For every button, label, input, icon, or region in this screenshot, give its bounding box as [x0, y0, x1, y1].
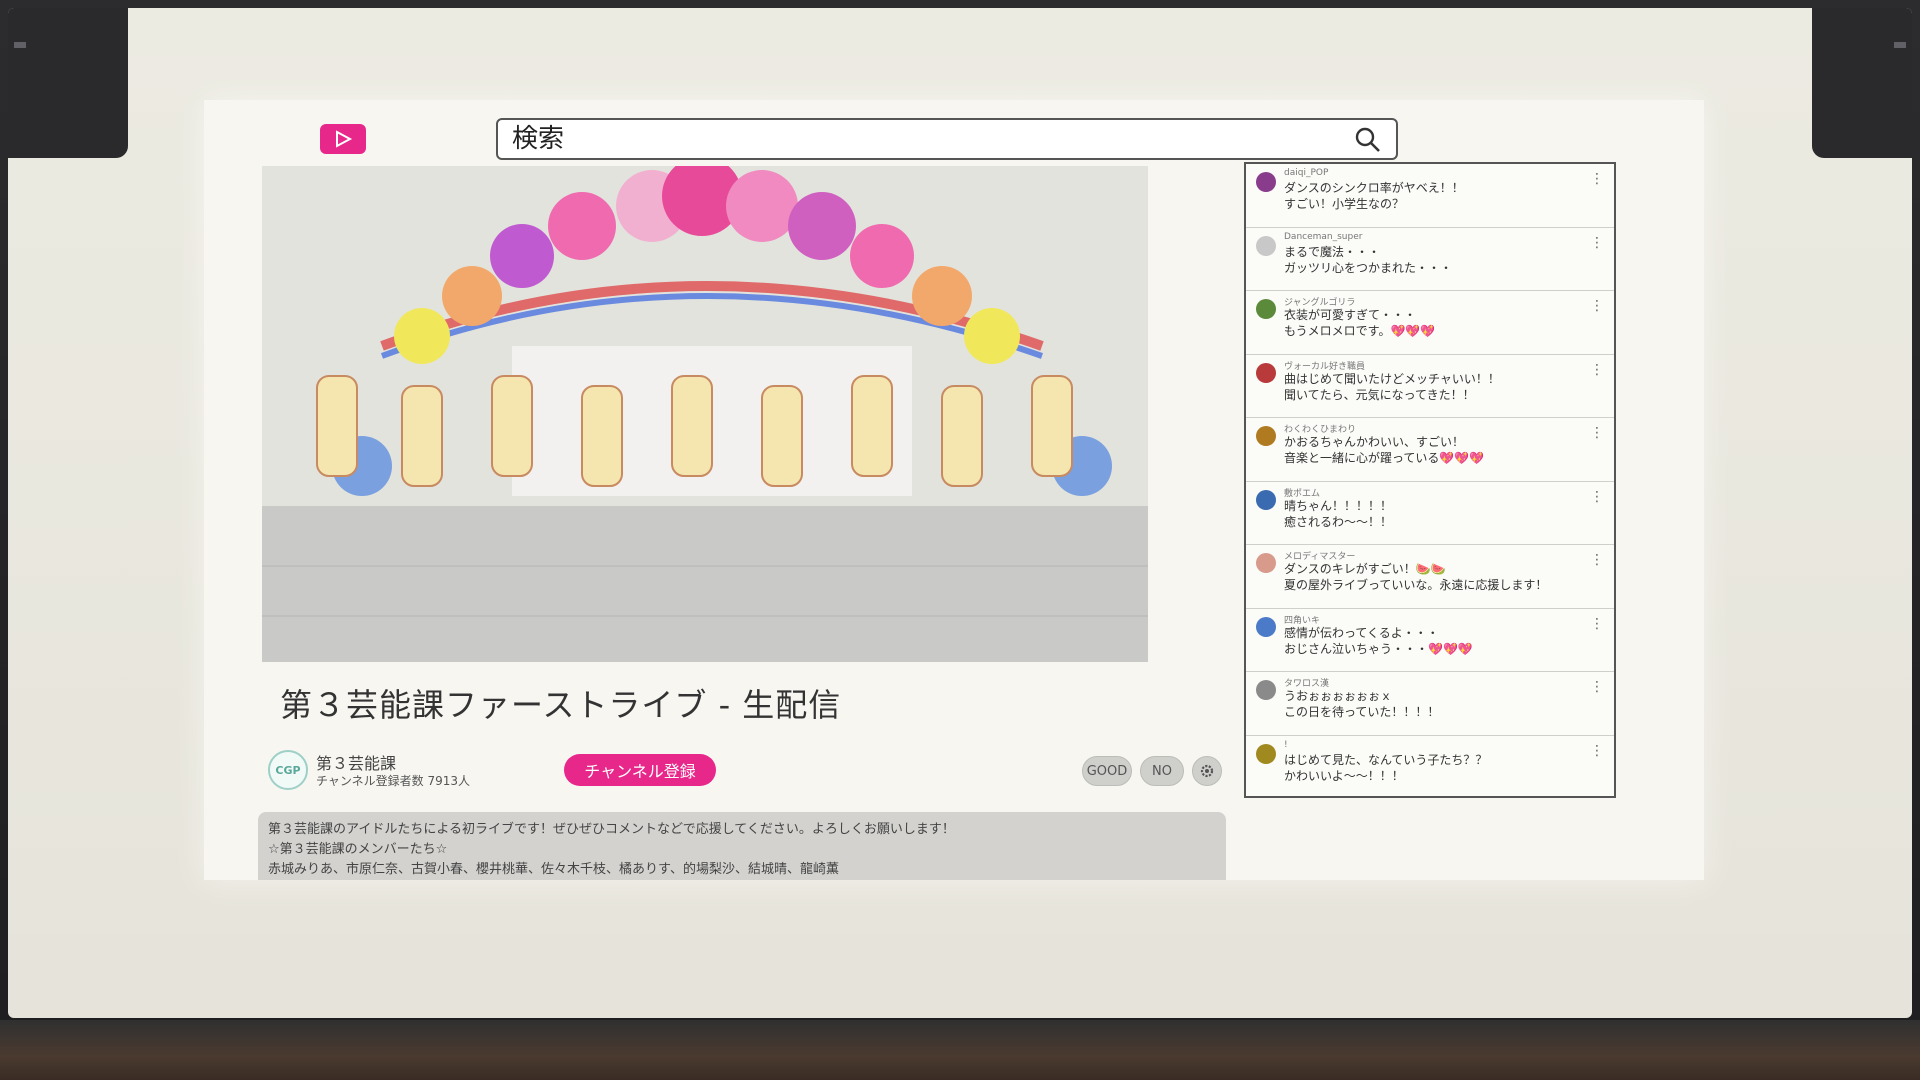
subscriber-count: チャンネル登録者数 7913人 — [316, 774, 470, 788]
commenter-name: 敷ポエム — [1284, 488, 1321, 499]
subscribe-button[interactable]: チャンネル登録 — [564, 754, 716, 786]
comment-text: ガッツリ心をつかまれた・・・ — [1284, 260, 1453, 275]
chat-comment: Danceman_super まるで魔法・・・ ガッツリ心をつかまれた・・・ ⋮ — [1246, 228, 1614, 291]
comment-text: 癒されるわ〜〜！！ — [1284, 514, 1393, 529]
chat-comment: ヴォーカル好き職員 曲はじめて聞いたけどメッチャいい！！ 聞いてたら、元気になっ… — [1246, 355, 1614, 418]
chat-comment: 敷ポエム 晴ちゃん！！！！！ 癒されるわ〜〜！！ ⋮ — [1246, 482, 1614, 545]
more-menu-icon[interactable]: ⋮ — [1590, 680, 1604, 694]
live-chat: daiqi_POP ダンスのシンクロ率がヤベえ！！ すごい！小学生なの？ ⋮ D… — [1244, 162, 1616, 798]
comment-text: かおるちゃんかわいい、すごい！ — [1284, 435, 1465, 449]
channel-name[interactable]: 第３芸能課 — [316, 750, 396, 774]
comment-text: ダンスのキレがすごい！🍉🍉 — [1284, 562, 1446, 576]
bezel-corner-left — [8, 8, 128, 158]
comment-text: かわいいよ〜〜！！！ — [1284, 768, 1404, 783]
chat-comment: ジャングルゴリラ 衣装が可愛すぎて・・・ もうメロメロです。💖💖💖 ⋮ — [1246, 291, 1614, 355]
video-player[interactable] — [262, 166, 1148, 662]
comment-text: まるで魔法・・・ — [1284, 244, 1381, 259]
chat-comment: daiqi_POP ダンスのシンクロ率がヤベえ！！ すごい！小学生なの？ ⋮ — [1246, 164, 1614, 228]
video-title: 第３芸能課ファーストライブ - 生配信 — [280, 686, 842, 724]
gear-icon — [1200, 764, 1214, 778]
good-button[interactable]: GOOD — [1082, 756, 1132, 786]
comment-text: この日を待っていた！！！！ — [1284, 705, 1440, 719]
more-menu-icon[interactable]: ⋮ — [1590, 236, 1604, 250]
more-menu-icon[interactable]: ⋮ — [1590, 299, 1604, 313]
more-menu-icon[interactable]: ⋮ — [1590, 172, 1604, 186]
commenter-name: ジャングルゴリラ — [1284, 298, 1356, 308]
comment-text: うおぉぉぉぉぉぉｘ — [1284, 689, 1393, 703]
commenter-avatar — [1256, 426, 1276, 446]
tablet-bezel-bottom — [0, 1020, 1920, 1080]
video-page: 第３芸能課ファーストライブ - 生配信 CGP 第３芸能課 チャンネル登録者数 … — [204, 100, 1704, 880]
comment-text: ダンスのシンクロ率がヤベえ！！ — [1284, 181, 1464, 195]
comment-text: 曲はじめて聞いたけどメッチャいい！！ — [1284, 371, 1500, 386]
chat-comment: メロディマスター ダンスのキレがすごい！🍉🍉 夏の屋外ライブっていいな。永遠に応… — [1246, 545, 1614, 609]
settings-button[interactable] — [1192, 756, 1222, 786]
chat-comment: ! はじめて見た、なんていう子たち？？ かわいいよ〜〜！！！ ⋮ — [1246, 736, 1614, 800]
description-line: ☆第３芸能課のメンバーたち☆ — [268, 842, 448, 857]
comment-text: 夏の屋外ライブっていいな。永遠に応援します！ — [1284, 578, 1548, 592]
commenter-name: daiqi_POP — [1284, 168, 1329, 178]
commenter-name: わくわくひまわり — [1284, 425, 1357, 435]
more-menu-icon[interactable]: ⋮ — [1590, 617, 1604, 631]
commenter-avatar — [1256, 299, 1276, 319]
commenter-name: Danceman_super — [1284, 231, 1363, 242]
comment-text: おじさん泣いちゃう・・・💖💖💖 — [1284, 641, 1473, 656]
video-description: 第３芸能課のアイドルたちによる初ライブです！ぜひぜひコメントなどで応援してくださ… — [258, 812, 1226, 880]
comment-text: 聞いてたら、元気になってきた！！ — [1284, 387, 1475, 402]
commenter-name: タワロス漢 — [1284, 679, 1330, 689]
comment-text: もうメロメロです。💖💖💖 — [1284, 324, 1436, 338]
more-menu-icon[interactable]: ⋮ — [1590, 553, 1604, 567]
description-line: 第３芸能課のアイドルたちによる初ライブです！ぜひぜひコメントなどで応援してくださ… — [268, 822, 955, 837]
description-line: 赤城みりあ、市原仁奈、古賀小春、櫻井桃華、佐々木千枝、橘ありす、的場梨沙、結城晴… — [268, 862, 839, 877]
comment-text: 晴ちゃん！！！！！ — [1284, 498, 1393, 513]
comment-text: 感情が伝わってくるよ・・・ — [1284, 625, 1439, 640]
commenter-avatar — [1256, 489, 1276, 510]
site-logo[interactable] — [320, 124, 366, 154]
channel-avatar[interactable]: CGP — [268, 750, 308, 790]
comment-text: はじめて見た、なんていう子たち？？ — [1284, 752, 1488, 767]
play-icon — [336, 130, 353, 148]
comment-text: 音楽と一緒に心が躍っている💖💖💖 — [1284, 451, 1485, 465]
search-input[interactable] — [498, 124, 1328, 154]
no-button[interactable]: NO — [1140, 756, 1184, 786]
tablet-screen: 第３芸能課ファーストライブ - 生配信 CGP 第３芸能課 チャンネル登録者数 … — [8, 8, 1912, 1018]
more-menu-icon[interactable]: ⋮ — [1590, 363, 1604, 377]
commenter-name: メロディマスター — [1284, 552, 1356, 562]
comment-text: すごい！小学生なの？ — [1284, 197, 1405, 211]
commenter-avatar — [1256, 743, 1276, 764]
comment-text: 衣装が可愛すぎて・・・ — [1284, 308, 1417, 322]
commenter-name: ヴォーカル好き職員 — [1284, 361, 1366, 372]
commenter-name: 四角いキ — [1284, 615, 1321, 626]
more-menu-icon[interactable]: ⋮ — [1590, 744, 1604, 758]
commenter-avatar — [1256, 235, 1276, 256]
commenter-avatar — [1256, 553, 1276, 573]
more-menu-icon[interactable]: ⋮ — [1590, 426, 1604, 440]
video-frame-image — [262, 166, 1148, 662]
commenter-avatar — [1256, 616, 1276, 637]
commenter-avatar — [1256, 172, 1276, 192]
search-bar[interactable] — [496, 118, 1398, 160]
chat-comment: わくわくひまわり かおるちゃんかわいい、すごい！ 音楽と一緒に心が躍っている💖💖… — [1246, 418, 1614, 482]
bezel-corner-right — [1812, 8, 1912, 158]
commenter-avatar — [1256, 362, 1276, 383]
chat-comment: タワロス漢 うおぉぉぉぉぉぉｘ この日を待っていた！！！！ ⋮ — [1246, 672, 1614, 736]
commenter-avatar — [1256, 680, 1276, 700]
search-icon[interactable] — [1354, 126, 1382, 154]
chat-comment: 四角いキ 感情が伝わってくるよ・・・ おじさん泣いちゃう・・・💖💖💖 ⋮ — [1246, 609, 1614, 672]
commenter-name: ! — [1284, 739, 1288, 750]
more-menu-icon[interactable]: ⋮ — [1590, 490, 1604, 504]
